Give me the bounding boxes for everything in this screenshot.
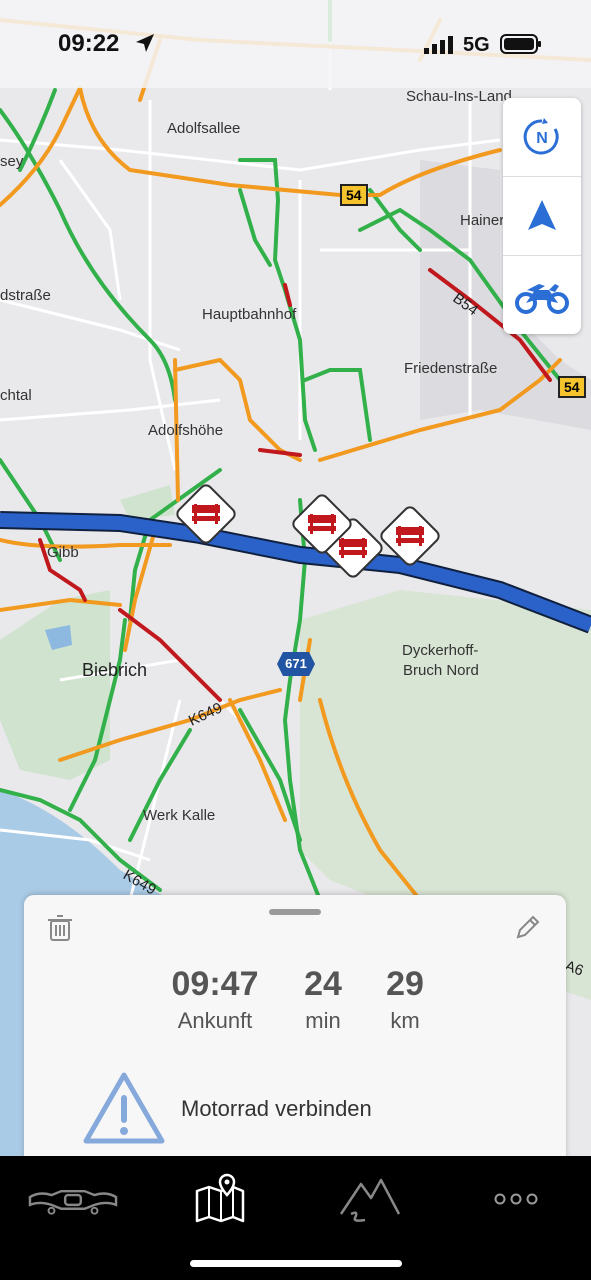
duration-value: 24 [304,965,342,1003]
drag-handle[interactable] [269,909,321,915]
map-label: Adolfshöhe [148,422,224,439]
tab-connected-ride[interactable] [28,1164,118,1234]
compass-north-icon: N [523,118,559,155]
route-shield: 54 [340,184,368,206]
map-label: sey [0,153,24,170]
edit-icon[interactable] [516,915,540,939]
network-type: 5G [463,34,490,56]
status-bar: 09:22 5G [0,0,591,88]
compass-letter: N [536,130,548,147]
map-label: Hauptbahnhof [202,306,297,323]
route-summary-panel: 09:47 Ankunft 24 min 29 km Motorrad verb… [24,895,566,1165]
signal-icon [424,36,453,54]
mountain-route-icon [339,1178,401,1222]
location-arrow-icon [136,34,154,52]
arrival-label: Ankunft [177,1008,253,1033]
distance-stat: 29 km [370,965,440,1034]
highway-shield: 671 [277,652,315,676]
duration-unit: min [305,1008,341,1033]
tab-map[interactable] [175,1164,265,1234]
map-label: Gibb [47,544,79,561]
map-pin-icon [195,1173,245,1223]
map-label: Hainer [460,212,505,229]
map-label: Adolfsallee [167,120,241,137]
duration-stat: 24 min [288,965,358,1034]
navigation-arrow-icon [528,200,556,230]
map-label: Werk Kalle [143,807,216,824]
battery-icon [500,34,541,54]
tab-routes[interactable] [325,1164,415,1234]
map-label: Dyckerhoff- [402,642,479,659]
status-time: 09:22 [58,30,120,57]
vehicle-mode-button[interactable] [503,256,581,334]
map-controls: N [503,98,581,334]
map-label: chtal [0,387,32,404]
map-label: dstraße [0,287,51,304]
home-indicator[interactable] [190,1260,402,1267]
compass-north-button[interactable]: N [503,98,581,176]
motorcycle-icon [515,284,569,314]
warning-icon [83,1072,165,1144]
more-icon [494,1193,538,1205]
highway-number: 671 [285,656,307,671]
route-shield: 54 [558,376,586,398]
map-label: Friedenstraße [404,360,498,377]
connect-motorcycle-button[interactable]: Motorrad verbinden [181,1096,372,1122]
navigate-button[interactable] [503,177,581,255]
motorcycle-handlebar-icon [28,1189,118,1215]
map-label: Schau-Ins-Land [406,88,512,105]
map-label: Bruch Nord [403,662,479,679]
trash-icon[interactable] [48,915,72,941]
distance-value: 29 [386,965,424,1003]
arrival-time: 09:47 [171,965,259,1003]
arrival-stat: 09:47 Ankunft [160,965,270,1034]
map-label: Biebrich [82,660,148,680]
distance-unit: km [390,1008,420,1033]
tab-more[interactable] [471,1164,561,1234]
